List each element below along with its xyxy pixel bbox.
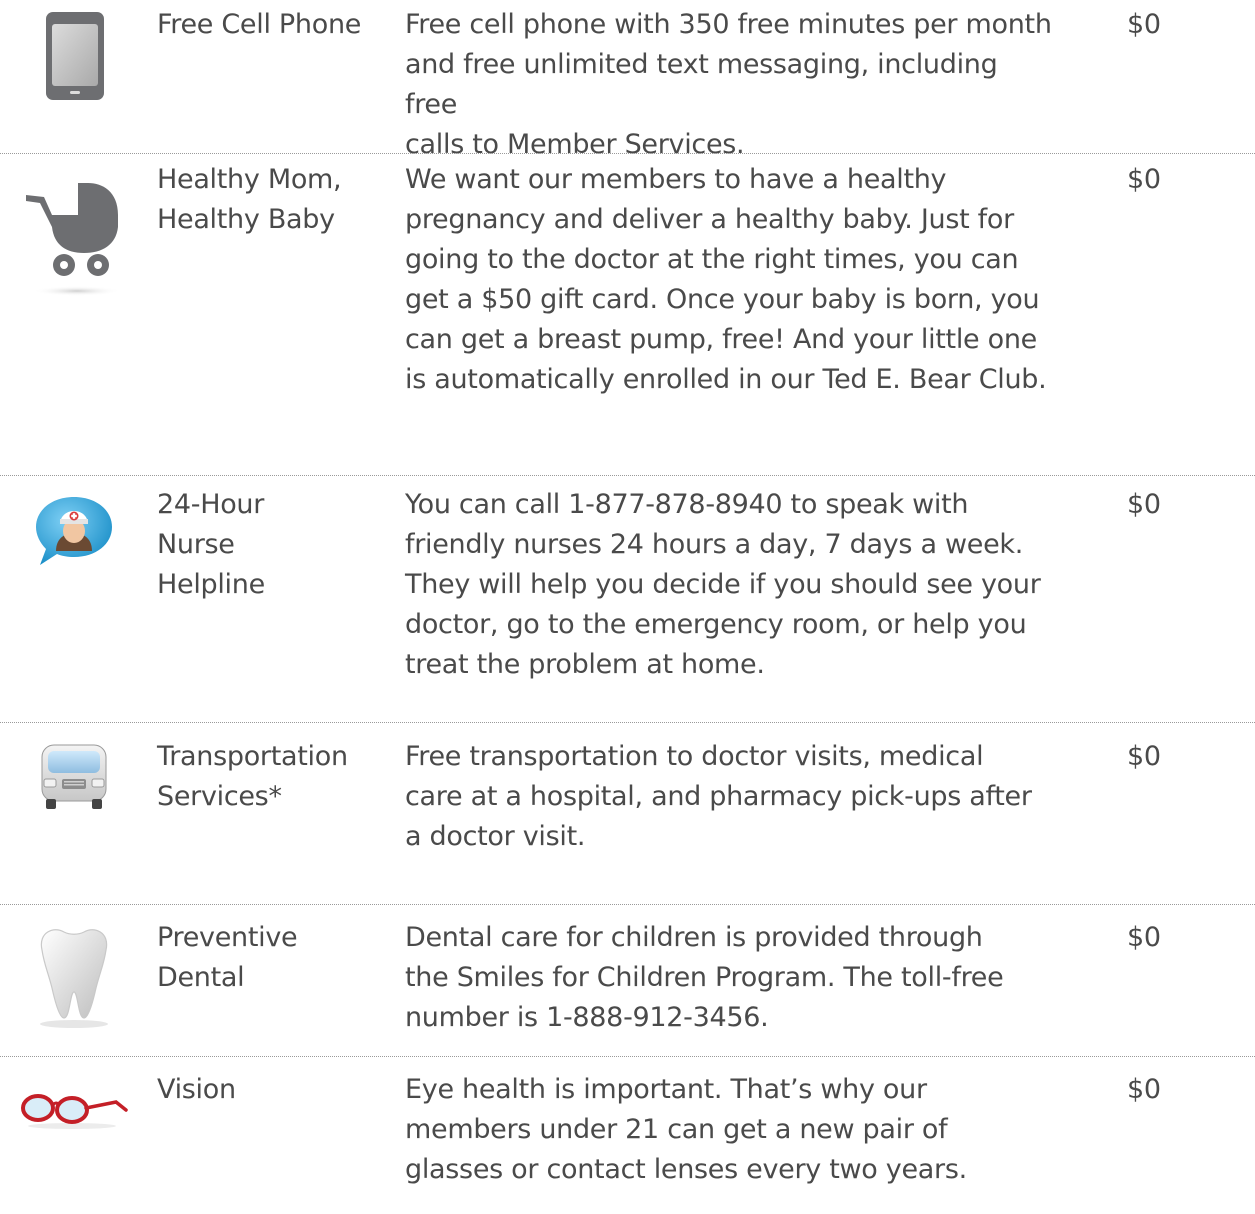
benefit-description: Dental care for children is provided thr…	[405, 922, 1004, 1033]
benefit-title: Transportation Services*	[157, 741, 348, 812]
benefit-price: $0	[1127, 9, 1161, 40]
baby-stroller-icon	[22, 165, 126, 297]
benefit-title: Vision	[157, 1074, 236, 1105]
benefit-title: Free Cell Phone	[157, 9, 362, 40]
benefit-price: $0	[1127, 741, 1161, 772]
van-icon	[34, 739, 114, 815]
benefit-price: $0	[1127, 922, 1161, 953]
nurse-chat-icon	[32, 493, 118, 573]
cell-phone-icon	[40, 6, 110, 102]
row-divider	[0, 904, 1255, 905]
benefit-title: Preventive Dental	[157, 922, 298, 993]
row-divider	[0, 1056, 1255, 1057]
row-divider	[0, 722, 1255, 723]
benefit-description: Free cell phone with 350 free minutes pe…	[405, 9, 1052, 160]
tooth-icon	[32, 922, 116, 1030]
benefit-description: Eye health is important. That’s why our …	[405, 1074, 967, 1185]
benefit-description: You can call 1-877-878-8940 to speak wit…	[405, 489, 1041, 680]
benefit-description: Free transportation to doctor visits, me…	[405, 741, 1032, 852]
eyeglasses-icon	[18, 1086, 130, 1130]
benefit-description: We want our members to have a healthy pr…	[405, 164, 1047, 395]
row-divider	[0, 153, 1255, 154]
benefit-title: Healthy Mom, Healthy Baby	[157, 164, 342, 235]
benefit-price: $0	[1127, 1074, 1161, 1105]
benefit-price: $0	[1127, 489, 1161, 520]
benefit-price: $0	[1127, 164, 1161, 195]
row-divider	[0, 475, 1255, 476]
benefit-title: 24-Hour Nurse Helpline	[157, 489, 265, 600]
